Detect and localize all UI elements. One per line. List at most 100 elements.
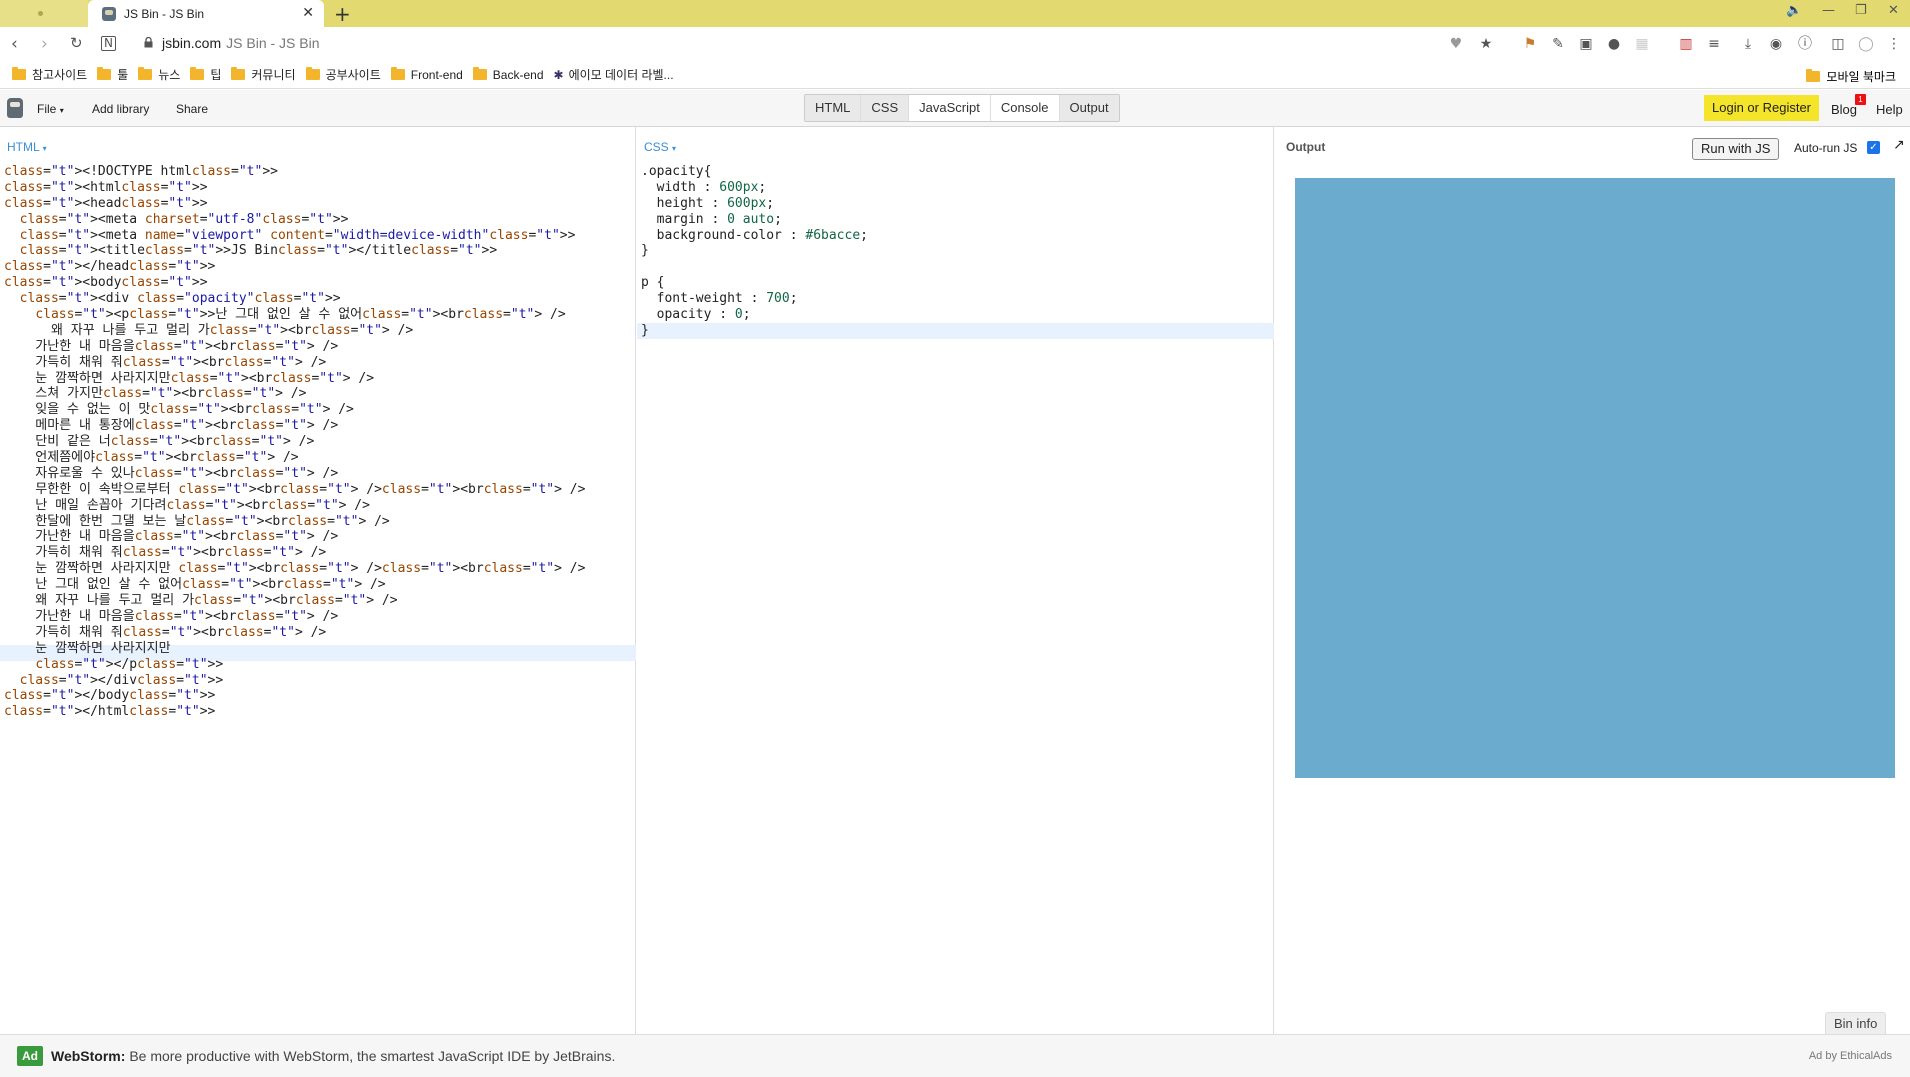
url-field[interactable]: jsbin.com JS Bin - JS Bin — [162, 35, 320, 51]
n-logo-icon[interactable]: N — [101, 36, 116, 51]
shield-icon[interactable]: ♥ — [1448, 36, 1464, 52]
css-code-line: p { — [641, 275, 665, 291]
html-panel-label[interactable]: HTML ▾ — [7, 140, 47, 154]
auto-run-checkbox[interactable]: ✓ — [1867, 141, 1880, 154]
active-tab[interactable]: JS Bin - JS Bin ✕ — [88, 0, 324, 27]
info-icon[interactable]: ⓘ — [1797, 36, 1813, 52]
popout-icon[interactable]: ↗ — [1893, 137, 1905, 153]
html-code-line: class="t"><meta name="viewport" content=… — [19, 227, 576, 243]
file-menu[interactable]: File ▾ — [37, 102, 64, 116]
ad-message: Be more productive with WebStorm, the sm… — [129, 1048, 616, 1064]
extension-icon[interactable]: ⚑ — [1522, 36, 1538, 52]
html-code-line: class="t"><div class="opacity"class="t">… — [19, 291, 341, 307]
bookmark-link[interactable]: ✱ 에이모 데이터 라벨... — [554, 66, 674, 83]
media-icon[interactable]: ▣ — [1578, 36, 1594, 52]
jsbin-favicon-icon — [102, 6, 116, 21]
bookmark-label: Front-end — [410, 67, 463, 82]
tab-dot-icon — [38, 11, 43, 16]
window-close-button[interactable]: ✕ — [1888, 3, 1899, 18]
html-code-line: 눈 깜짝하면 사라지지만 class="t"><brclass="t"> />c… — [4, 561, 586, 577]
html-editor-panel[interactable]: HTML ▾ class="t"><!DOCTYPE htmlclass="t"… — [0, 127, 636, 1034]
html-label-text: HTML — [7, 140, 40, 154]
html-code-line: class="t"><pclass="t">>난 그대 없인 살 수 없어cla… — [35, 307, 566, 323]
flag-icon[interactable]: ▥ — [1678, 36, 1694, 52]
login-register-button[interactable]: Login or Register — [1704, 95, 1819, 121]
css-panel-label[interactable]: CSS ▾ — [644, 140, 676, 154]
help-link[interactable]: Help — [1876, 102, 1903, 117]
ad-by-ethicalads[interactable]: Ad by EthicalAds — [1809, 1050, 1892, 1062]
tab-title: JS Bin - JS Bin — [124, 6, 205, 21]
html-code-line: 난 매일 손꼽아 기다려class="t"><brclass="t"> /> — [4, 497, 370, 513]
dark-mode-icon[interactable]: ● — [1606, 36, 1622, 52]
bookmark-folder[interactable]: 툴 — [97, 66, 128, 83]
download-icon[interactable]: ⤓ — [1740, 36, 1756, 52]
forward-icon[interactable]: › — [41, 34, 48, 54]
grid-icon[interactable]: ▦ — [1634, 36, 1650, 52]
tab-javascript[interactable]: JavaScript — [909, 95, 991, 121]
css-code-line: } — [641, 243, 649, 259]
bookmark-star-icon[interactable]: ★ — [1478, 36, 1494, 52]
html-code-line: 가난한 내 마음을class="t"><brclass="t"> /> — [4, 529, 339, 545]
tab-console[interactable]: Console — [990, 95, 1060, 121]
run-with-js-button[interactable]: Run with JS — [1692, 138, 1780, 160]
bookmark-folder[interactable]: Front-end — [390, 67, 463, 82]
folder-icon — [305, 67, 320, 80]
css-code[interactable]: .opacity{ width : 600px; height : 600px;… — [641, 164, 868, 339]
html-code-line: 가득히 채워 줘class="t"><brclass="t"> /> — [4, 354, 327, 370]
bookmark-folder[interactable]: 팁 — [190, 66, 221, 83]
opacity-box — [1295, 178, 1895, 778]
bookmark-label: 뉴스 — [158, 68, 181, 82]
html-code-line: 스쳐 가지만class="t"><brclass="t"> /> — [4, 386, 307, 402]
bookmark-folder[interactable]: 참고사이트 — [12, 66, 87, 83]
file-menu-label: File — [37, 102, 57, 116]
html-code-line: class="t"><bodyclass="t">> — [4, 275, 208, 291]
menu-dots-icon[interactable]: ⋮ — [1886, 36, 1902, 52]
html-code-line: 자유로울 수 있나class="t"><brclass="t"> /> — [4, 465, 339, 481]
html-code-line: class="t"></htmlclass="t">> — [4, 704, 216, 720]
back-icon[interactable]: ‹ — [11, 34, 18, 54]
share-button[interactable]: Share — [176, 102, 208, 116]
bin-info-tab[interactable]: Bin info — [1825, 1012, 1887, 1035]
html-code-line: class="t"><meta charset="utf-8"class="t"… — [19, 211, 349, 227]
mobile-bookmarks[interactable]: 모바일 북마크 — [1806, 68, 1896, 85]
auto-run-label: Auto-run JS — [1794, 141, 1858, 155]
minimize-button[interactable]: — — [1822, 3, 1835, 18]
bookmark-label: 에이모 데이터 라벨... — [568, 68, 674, 82]
jsbin-logo-icon[interactable] — [7, 98, 23, 118]
url-host: jsbin.com — [162, 35, 222, 51]
bookmark-folder[interactable]: 공부사이트 — [305, 66, 381, 83]
html-code-line: class="t"></bodyclass="t">> — [4, 688, 216, 704]
html-code-line: 왜 자꾸 나를 두고 멀리 가class="t"><brclass="t"> /… — [4, 593, 398, 609]
html-code-line: 언제쯤에야class="t"><brclass="t"> /> — [4, 450, 299, 466]
caret-down-icon: ▾ — [672, 144, 677, 153]
tab-html[interactable]: HTML — [805, 95, 862, 121]
reload-icon[interactable]: ↻ — [70, 34, 83, 52]
tab-output[interactable]: Output — [1059, 95, 1119, 121]
folder-icon — [12, 67, 26, 80]
output-label: Output — [1286, 140, 1326, 154]
bookmark-folder[interactable]: Back-end — [472, 67, 544, 82]
new-tab-button[interactable]: + — [334, 2, 351, 26]
mute-icon[interactable]: 🔈 — [1786, 3, 1802, 18]
ad-text[interactable]: WebStorm: Be more productive with WebSto… — [51, 1048, 615, 1064]
css-editor-panel[interactable]: CSS ▾ .opacity{ width : 600px; height : … — [637, 127, 1274, 1034]
profile-icon[interactable]: ◯ — [1858, 36, 1874, 52]
tab-css[interactable]: CSS — [861, 95, 910, 121]
css-label-text: CSS — [644, 140, 669, 154]
tab-close-icon[interactable]: ✕ — [302, 5, 314, 21]
bookmark-folder[interactable]: 커뮤니티 — [231, 66, 296, 83]
camera-icon[interactable]: ◉ — [1768, 36, 1784, 52]
html-code-line: class="t"><headclass="t">> — [4, 195, 208, 211]
add-library-button[interactable]: Add library — [92, 102, 149, 116]
bookmark-label: 툴 — [117, 68, 129, 82]
previous-tab[interactable] — [0, 0, 88, 27]
html-code-line: class="t"><htmlclass="t">> — [4, 179, 208, 195]
bookmark-folder[interactable]: 뉴스 — [138, 66, 180, 83]
reading-list-icon[interactable]: ≡ — [1706, 36, 1722, 52]
restore-button[interactable]: ❐ — [1855, 3, 1867, 18]
html-code[interactable]: class="t"><!DOCTYPE htmlclass="t">> class… — [4, 164, 585, 720]
blog-link[interactable]: Blog — [1831, 102, 1857, 117]
sidebar-icon[interactable]: ◫ — [1830, 36, 1846, 52]
aimo-icon: ✱ — [553, 67, 564, 82]
eyedropper-icon[interactable]: ✎ — [1550, 36, 1566, 52]
